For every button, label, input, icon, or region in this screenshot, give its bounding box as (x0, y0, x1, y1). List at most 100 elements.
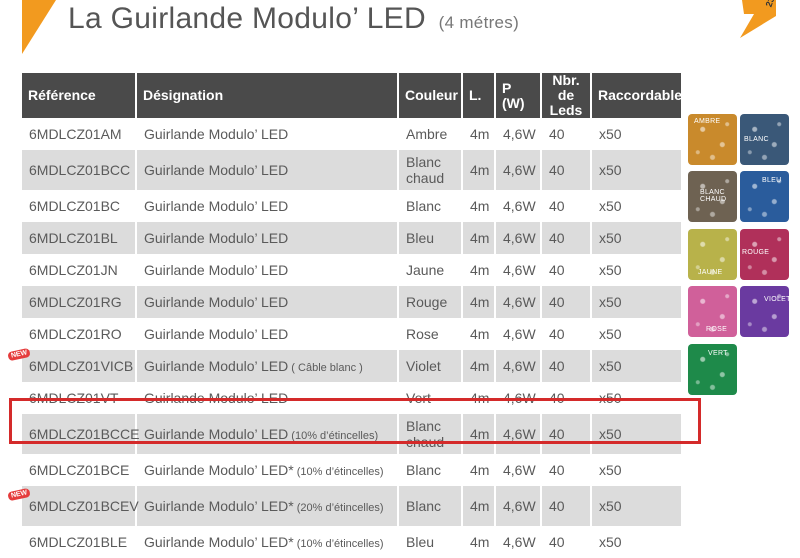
cell-reference: 6MDLCZ01RG (22, 286, 136, 318)
designation-text: Guirlande Modulo’ LED (144, 426, 289, 442)
designation-text: Guirlande Modulo’ LED (144, 358, 289, 374)
reference-text: 6MDLCZ01RG (29, 294, 122, 310)
table-row: NEW 6MDLCZ01VICB Guirlande Modulo’ LED ( C… (7, 347, 681, 382)
cell-puissance: 4,6W (494, 318, 541, 350)
cell-nbr-leds: 40 (540, 222, 591, 254)
col-puissance-header: P (W) (494, 73, 541, 118)
table-row: 6MDLCZ01BC Guirlande Modulo’ LED Blanc 4m 4,… (22, 190, 681, 222)
cell-nbr-leds: 40 (540, 118, 591, 150)
cell-couleur: Jaune (397, 254, 462, 286)
designation-text: Guirlande Modulo’ LED (144, 126, 289, 142)
cell-puissance: 4,6W (494, 190, 541, 222)
cell-longueur: 4m (461, 414, 495, 454)
cell-raccordable: x50 (590, 414, 681, 454)
cell-designation: Guirlande Modulo’ LED (135, 118, 398, 150)
cell-raccordable: x50 (590, 150, 681, 190)
cell-raccordable: x50 (590, 254, 681, 286)
cell-couleur: Rouge (397, 286, 462, 318)
swatch-label: VERT (708, 350, 728, 357)
cell-longueur: 4m (461, 222, 495, 254)
reference-text: 6MDLCZ01BC (29, 198, 121, 214)
voltage-badge-icon: 230 (740, 0, 776, 38)
reference-text: 6MDLCZ01AM (29, 126, 122, 142)
col-reference-header: Référence (22, 73, 136, 118)
swatch-label: VIOLET (764, 296, 789, 303)
cell-nbr-leds: 40 (540, 150, 591, 190)
cell-designation: Guirlande Modulo’ LED (135, 382, 398, 414)
designation-extra: (10% d’étincelles) (288, 430, 379, 442)
swatch-rouge: ROUGE (740, 229, 789, 280)
table-row: 6MDLCZ01BL Guirlande Modulo’ LED Bleu 4m 4,6… (22, 222, 681, 254)
cell-longueur: 4m (461, 454, 495, 486)
designation-text: Guirlande Modulo’ LED (144, 326, 289, 342)
cell-reference: 6MDLCZ01BCC (22, 150, 136, 190)
cell-longueur: 4m (461, 150, 495, 190)
table-row: 6MDLCZ01JN Guirlande Modulo’ LED Jaune 4m 4,… (22, 254, 681, 286)
cell-longueur: 4m (461, 254, 495, 286)
cell-couleur: Bleu (397, 222, 462, 254)
cell-nbr-leds: 40 (540, 526, 591, 558)
cell-couleur: Rose (397, 318, 462, 350)
designation-extra: (10% d’étincelles) (293, 466, 384, 478)
orange-arrow-icon (22, 0, 56, 54)
cell-designation: Guirlande Modulo’ LED (135, 190, 398, 222)
cell-longueur: 4m (461, 318, 495, 350)
cell-designation: Guirlande Modulo’ LED ( Câble blanc ) (135, 350, 398, 382)
cell-designation: Guirlande Modulo’ LED* (20% d’étincelles… (135, 486, 398, 526)
col-longueur-header: L. (461, 73, 495, 118)
cell-designation: Guirlande Modulo’ LED (135, 318, 398, 350)
table-body: 6MDLCZ01AM Guirlande Modulo’ LED Ambre 4m 4,… (7, 118, 681, 558)
swatch-bleu: BLEU (740, 171, 789, 222)
table-row: NEW 6MDLCZ01BCEV Guirlande Modulo’ LED* (2… (7, 486, 681, 526)
table-row: 6MDLCZ01BCC Guirlande Modulo’ LED Blanc ch… (22, 150, 681, 190)
designation-text: Guirlande Modulo’ LED* (144, 534, 294, 550)
cell-raccordable: x50 (590, 350, 681, 382)
cell-puissance: 4,6W (494, 414, 541, 454)
cell-couleur: Blanc chaud (397, 150, 462, 190)
reference-text: 6MDLCZ01JN (29, 262, 118, 278)
cell-puissance: 4,6W (494, 286, 541, 318)
swatch-label: BLEU (762, 177, 782, 184)
swatch-blanc-chaud: BLANC CHAUD (688, 171, 737, 222)
cell-nbr-leds: 40 (540, 286, 591, 318)
designation-text: Guirlande Modulo’ LED (144, 162, 289, 178)
cell-raccordable: x50 (590, 526, 681, 558)
cell-reference: 6MDLCZ01AM (22, 118, 136, 150)
cell-couleur: Vert (397, 382, 462, 414)
cell-designation: Guirlande Modulo’ LED (135, 150, 398, 190)
cell-reference: 6MDLCZ01BCE (22, 454, 136, 486)
swatch-vert: VERT (688, 344, 737, 395)
cell-longueur: 4m (461, 190, 495, 222)
cell-raccordable: x50 (590, 118, 681, 150)
cell-nbr-leds: 40 (540, 254, 591, 286)
designation-text: Guirlande Modulo’ LED* (144, 462, 294, 478)
cell-puissance: 4,6W (494, 118, 541, 150)
cell-raccordable: x50 (590, 190, 681, 222)
reference-text: 6MDLCZ01RO (29, 326, 122, 342)
new-badge: NEW (7, 487, 32, 502)
cell-reference: 6MDLCZ01BCCE (22, 414, 139, 454)
cell-raccordable: x50 (590, 318, 681, 350)
reference-text: 6MDLCZ01BCEV (29, 498, 139, 514)
cell-longueur: 4m (461, 286, 495, 318)
reference-text: 6MDLCZ01BCE (29, 462, 130, 478)
cell-raccordable: x50 (590, 486, 681, 526)
table-row: 6MDLCZ01VT Guirlande Modulo’ LED Vert 4m 4,6… (22, 382, 681, 414)
reference-text: 6MDLCZ01BLE (29, 534, 128, 550)
designation-text: Guirlande Modulo’ LED (144, 294, 289, 310)
designation-text: Guirlande Modulo’ LED (144, 262, 289, 278)
cell-puissance: 4,6W (494, 526, 541, 558)
title-text: La Guirlande Modulo’ LED (68, 2, 426, 35)
cell-puissance: 4,6W (494, 150, 541, 190)
cell-longueur: 4m (461, 486, 495, 526)
col-couleur-header: Couleur (397, 73, 462, 118)
cell-puissance: 4,6W (494, 222, 541, 254)
designation-extra: ( Câble blanc ) (288, 362, 363, 374)
table-row: 6MDLCZ01BCCE Guirlande Modulo’ LED (10% d… (22, 414, 681, 454)
table-row: 6MDLCZ01RO Guirlande Modulo’ LED Rose 4m 4,6… (22, 318, 681, 350)
cell-puissance: 4,6W (494, 254, 541, 286)
designation-extra: (20% d’étincelles) (293, 502, 384, 514)
table-row: 6MDLCZ01BLE Guirlande Modulo’ LED* (10% d… (22, 526, 681, 558)
title-subtitle: (4 métres) (438, 13, 520, 32)
cell-puissance: 4,6W (494, 350, 541, 382)
